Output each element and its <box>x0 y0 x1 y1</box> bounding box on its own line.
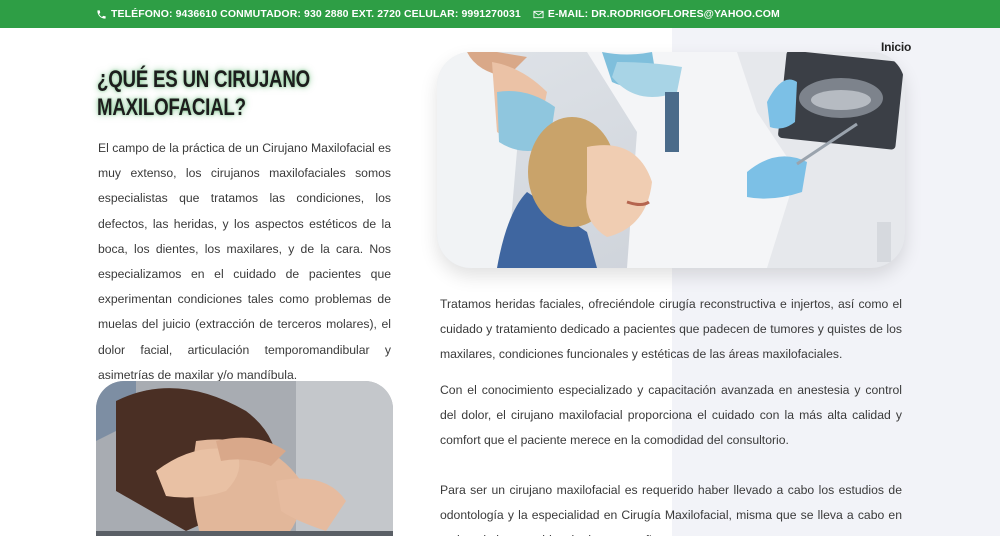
treatment-paragraph: Tratamos heridas faciales, ofreciéndole … <box>440 297 902 362</box>
envelope-icon <box>533 10 544 18</box>
nav-link-inicio[interactable]: Inicio <box>881 40 911 54</box>
phone-icon <box>97 9 106 19</box>
intro-paragraph: El campo de la práctica de un Cirujano M… <box>98 141 391 382</box>
page-title: ¿Qué es un cirujano maxilofacial? <box>97 66 310 121</box>
facial-exam-photo <box>96 381 393 536</box>
phone-contact[interactable]: TELÉFONO: 9436610 CONMUTADOR: 930 2880 E… <box>96 8 521 20</box>
email-text: E-MAIL: DR.RODRIGOFLORES@YAHOO.COM <box>547 8 780 20</box>
requirements-paragraph: Para ser un cirujano maxilofacial es req… <box>440 483 902 536</box>
phone-text: TELÉFONO: 9436610 CONMUTADOR: 930 2880 E… <box>111 8 521 20</box>
dentist-xray-photo <box>437 52 905 268</box>
email-contact[interactable]: E-MAIL: DR.RODRIGOFLORES@YAHOO.COM <box>533 8 780 20</box>
expertise-paragraph: Con el conocimiento especializado y capa… <box>440 383 902 448</box>
contact-topbar: TELÉFONO: 9436610 CONMUTADOR: 930 2880 E… <box>0 0 1000 28</box>
